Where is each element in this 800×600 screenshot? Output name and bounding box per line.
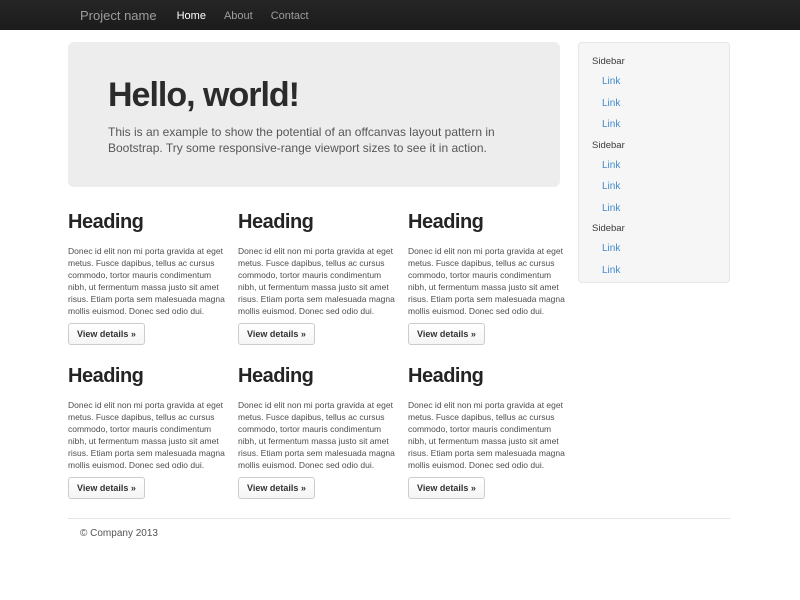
view-details-button[interactable]: View details » [408, 323, 485, 345]
view-details-button[interactable]: View details » [408, 477, 485, 499]
content-card: Heading Donec id elit non mi porta gravi… [238, 211, 395, 345]
sidebar-group-title: Sidebar [592, 136, 721, 155]
cards-row-2: Heading Donec id elit non mi porta gravi… [68, 365, 565, 499]
sidebar-group-title: Sidebar [592, 52, 721, 71]
footer-divider [68, 518, 730, 519]
sidebar-group: Sidebar Link Link Link [592, 136, 721, 220]
card-heading: Heading [68, 365, 225, 388]
hero-description: This is an example to show the potential… [108, 124, 520, 156]
card-body-text: Donec id elit non mi porta gravida at eg… [68, 399, 225, 472]
sidebar-link[interactable]: Link [592, 176, 721, 198]
card-heading: Heading [408, 365, 565, 388]
view-details-button[interactable]: View details » [68, 323, 145, 345]
content-card: Heading Donec id elit non mi porta gravi… [238, 365, 395, 499]
view-details-button[interactable]: View details » [238, 477, 315, 499]
cards-row-1: Heading Donec id elit non mi porta gravi… [68, 211, 565, 345]
sidebar: Sidebar Link Link Link Sidebar Link Link… [578, 42, 730, 283]
card-body-text: Donec id elit non mi porta gravida at eg… [238, 245, 395, 318]
card-heading: Heading [68, 211, 225, 234]
card-body-text: Donec id elit non mi porta gravida at eg… [408, 245, 565, 318]
sidebar-link[interactable]: Link [592, 71, 721, 93]
sidebar-link[interactable]: Link [592, 114, 721, 136]
card-body-text: Donec id elit non mi porta gravida at eg… [68, 245, 225, 318]
hero-title: Hello, world! [108, 76, 520, 114]
card-body-text: Donec id elit non mi porta gravida at eg… [408, 399, 565, 472]
sidebar-link[interactable]: Link [592, 238, 721, 260]
brand-link[interactable]: Project name [80, 0, 157, 30]
jumbotron: Hello, world! This is an example to show… [68, 42, 560, 187]
sidebar-link[interactable]: Link [592, 93, 721, 115]
content-card: Heading Donec id elit non mi porta gravi… [408, 211, 565, 345]
content-card: Heading Donec id elit non mi porta gravi… [68, 211, 225, 345]
sidebar-link[interactable]: Link [592, 260, 721, 282]
navbar: Project name Home About Contact [0, 0, 800, 30]
card-body-text: Donec id elit non mi porta gravida at eg… [238, 399, 395, 472]
view-details-button[interactable]: View details » [68, 477, 145, 499]
view-details-button[interactable]: View details » [238, 323, 315, 345]
content-card: Heading Donec id elit non mi porta gravi… [408, 365, 565, 499]
sidebar-group: Sidebar Link Link [592, 219, 721, 281]
copyright-text: © Company 2013 [80, 528, 158, 539]
card-heading: Heading [408, 211, 565, 234]
sidebar-link[interactable]: Link [592, 198, 721, 220]
card-heading: Heading [238, 211, 395, 234]
content-card: Heading Donec id elit non mi porta gravi… [68, 365, 225, 499]
card-heading: Heading [238, 365, 395, 388]
sidebar-group: Sidebar Link Link Link [592, 52, 721, 136]
sidebar-group-title: Sidebar [592, 219, 721, 238]
sidebar-link[interactable]: Link [592, 155, 721, 177]
